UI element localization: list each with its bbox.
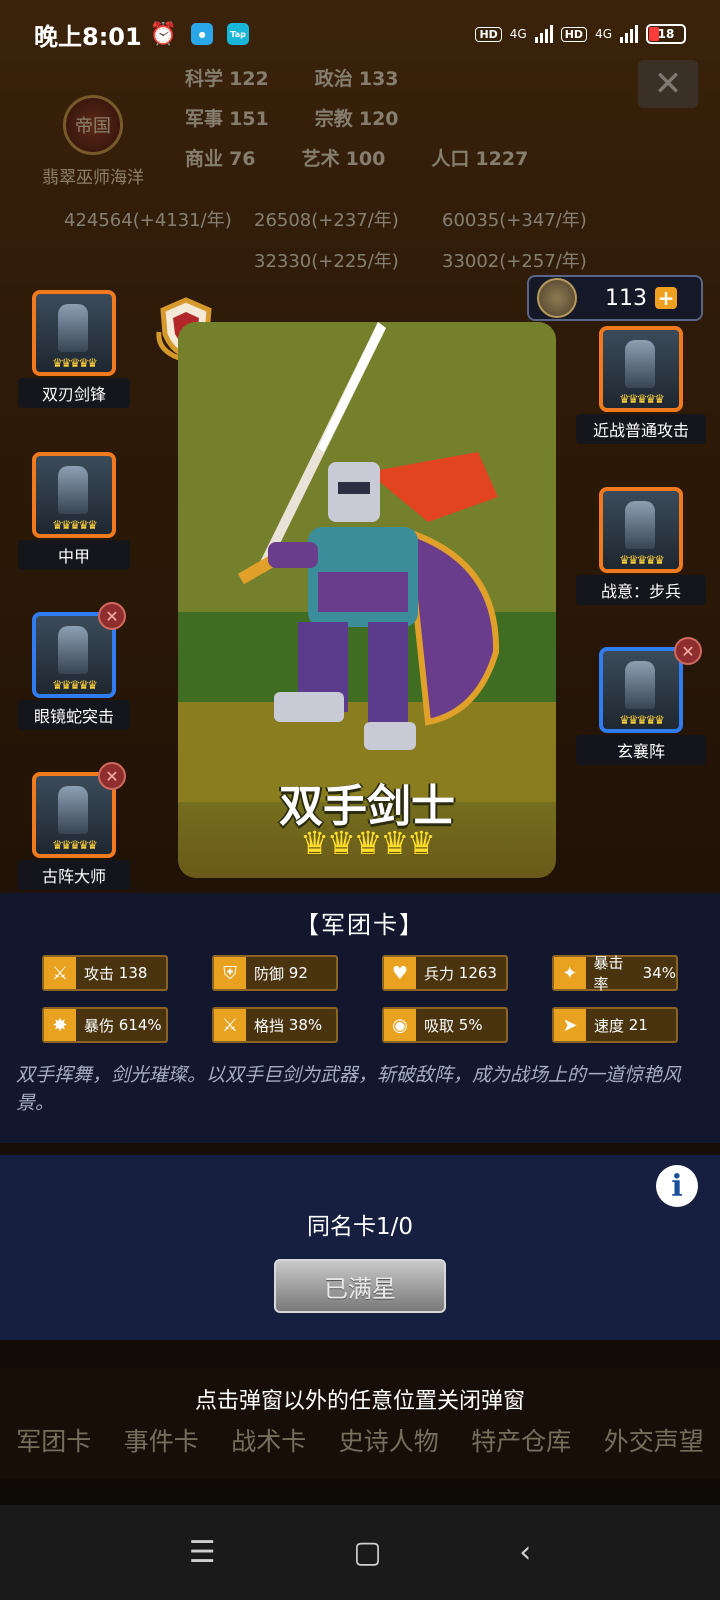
- card-label: 眼镜蛇突击: [18, 700, 130, 730]
- resource-row-1: 科学 122 政治 133: [185, 68, 399, 90]
- card-star-rating: ♛♛♛♛♛: [300, 824, 435, 862]
- card-description: 双手挥舞，剑光璀璨。以双手巨剑为武器，斩破敌阵，成为战场上的一道惊艳风景。: [16, 1064, 682, 1114]
- currency-pill: 113 +: [527, 275, 703, 321]
- network-label-2: 4G: [595, 27, 612, 41]
- left-card-3[interactable]: ♛♛♛♛♛ ✕ 眼镜蛇突击: [18, 602, 130, 730]
- empire-name: 翡翠巫师海洋: [42, 168, 144, 188]
- crest-icon: [537, 278, 577, 318]
- status-right: HD 4G HD 4G 18: [475, 24, 686, 44]
- signal-icon: [534, 25, 553, 43]
- stat-lifesteal: ◉ 吸取 5%: [382, 1007, 508, 1043]
- card-label: 古阵大师: [18, 860, 130, 890]
- stock-food: 32330(+225/年): [254, 251, 399, 272]
- stat-troops: ♥ 兵力 1263: [382, 955, 508, 991]
- info-icon[interactable]: i: [656, 1165, 698, 1207]
- stats-grid: ⚔ 攻击 138 ⛨ 防御 92 ♥ 兵力 1263 ✦ 暴击率 34% ✸ 暴伤 614…: [42, 954, 682, 1043]
- chat-app-icon: ●: [191, 23, 214, 45]
- nav-diplomacy[interactable]: 外交声望: [604, 1422, 704, 1458]
- left-card-1[interactable]: ♛♛♛♛♛ 双刃剑锋: [18, 290, 130, 408]
- shield-icon: ⛨: [214, 957, 246, 989]
- card-label: 双刃剑锋: [18, 378, 130, 408]
- signal-icon-2: [620, 25, 638, 43]
- add-currency-button[interactable]: +: [655, 286, 677, 310]
- card-info-panel: 【军团卡】 ⚔ 攻击 138 ⛨ 防御 92 ♥ 兵力 1263 ✦ 暴击率 34% ✸…: [0, 893, 720, 1143]
- battery-icon: 18: [646, 24, 686, 44]
- remove-card-icon[interactable]: ✕: [98, 602, 126, 630]
- resource-row-3: 商业 76 艺术 100 人口 1227: [185, 148, 529, 170]
- stat-crit-rate: ✦ 暴击率 34%: [552, 954, 678, 993]
- status-time: 晚上8:01: [34, 22, 142, 51]
- system-nav-bar: ☰ ▢ ‹: [0, 1505, 720, 1600]
- stock-iron: 60035(+347/年): [442, 210, 587, 231]
- max-star-button[interactable]: 已满星: [274, 1259, 446, 1313]
- alarm-icon: ⏰: [149, 21, 178, 47]
- empire-emblem-icon: 帝国: [63, 95, 123, 155]
- boot-icon: ➤: [554, 1009, 586, 1041]
- card-portrait: ♛♛♛♛♛: [32, 452, 116, 538]
- right-card-3[interactable]: ♛♛♛♛♛ ✕ 玄襄阵: [576, 637, 706, 765]
- network-label-1: 4G: [509, 27, 527, 41]
- menu-icon[interactable]: ☰: [189, 1535, 216, 1570]
- sword-icon: ⚔: [44, 957, 76, 989]
- currency-value: 113: [605, 285, 647, 311]
- card-portrait: ♛♛♛♛♛: [599, 326, 683, 412]
- nav-legion-cards[interactable]: 军团卡: [16, 1422, 91, 1458]
- stat-crit-damage: ✸ 暴伤 614%: [42, 1007, 168, 1043]
- right-card-2[interactable]: ♛♛♛♛♛ 战意：步兵: [576, 487, 706, 605]
- stat-speed: ➤ 速度 21: [552, 1007, 678, 1043]
- parry-icon: ⚔: [214, 1009, 246, 1041]
- card-portrait: ♛♛♛♛♛: [599, 647, 683, 733]
- stat-attack: ⚔ 攻击 138: [42, 955, 168, 991]
- main-card-artwork: 双手剑士 ♛♛♛♛♛: [178, 322, 556, 878]
- taptap-icon: Tap: [227, 23, 250, 45]
- duplicate-card-panel: i 同名卡1/0 已满星: [0, 1155, 720, 1340]
- heart-icon: ♥: [384, 957, 416, 989]
- crit-icon: ✦: [554, 957, 586, 989]
- close-popup-hint: 点击弹窗以外的任意位置关闭弹窗: [194, 1389, 525, 1414]
- stock-gold: 424564(+4131/年): [64, 210, 232, 231]
- status-bar: 晚上8:01 ⏰ ● Tap HD 4G HD 4G 18: [0, 0, 720, 68]
- burst-icon: ✸: [44, 1009, 76, 1041]
- right-card-1[interactable]: ♛♛♛♛♛ 近战普通攻击: [576, 326, 706, 444]
- knight-illustration: [178, 322, 556, 802]
- card-label: 战意：步兵: [576, 575, 706, 605]
- remove-card-icon[interactable]: ✕: [98, 762, 126, 790]
- duplicate-count: 同名卡1/0: [306, 1214, 413, 1240]
- card-label: 近战普通攻击: [576, 414, 706, 444]
- remove-card-icon[interactable]: ✕: [674, 637, 702, 665]
- home-icon[interactable]: ▢: [353, 1535, 381, 1570]
- lifesteal-icon: ◉: [384, 1009, 416, 1041]
- hd-icon-2: HD: [560, 26, 588, 42]
- left-card-4[interactable]: ♛♛♛♛♛ ✕ 古阵大师: [18, 762, 130, 890]
- nav-tactic-cards[interactable]: 战术卡: [231, 1422, 306, 1458]
- stat-block: ⚔ 格挡 38%: [212, 1007, 338, 1043]
- hd-icon: HD: [475, 26, 502, 42]
- nav-specialty-warehouse[interactable]: 特产仓库: [471, 1422, 571, 1458]
- card-label: 玄襄阵: [576, 735, 706, 765]
- stock-wood: 26508(+237/年): [254, 210, 399, 231]
- card-portrait: ♛♛♛♛♛: [32, 290, 116, 376]
- left-card-2[interactable]: ♛♛♛♛♛ 中甲: [18, 452, 130, 570]
- card-label: 中甲: [18, 540, 130, 570]
- resource-row-2: 军事 151 宗教 120: [185, 108, 399, 130]
- card-portrait: ♛♛♛♛♛: [599, 487, 683, 573]
- nav-epic-figures[interactable]: 史诗人物: [339, 1422, 439, 1458]
- nav-event-cards[interactable]: 事件卡: [124, 1422, 199, 1458]
- stock-gems: 33002(+257/年): [442, 251, 587, 272]
- card-type-label: 【军团卡】: [295, 911, 425, 939]
- back-icon[interactable]: ‹: [519, 1535, 531, 1570]
- stat-defense: ⛨ 防御 92: [212, 955, 338, 991]
- empire-badge: 帝国 翡翠巫师海洋: [28, 95, 158, 188]
